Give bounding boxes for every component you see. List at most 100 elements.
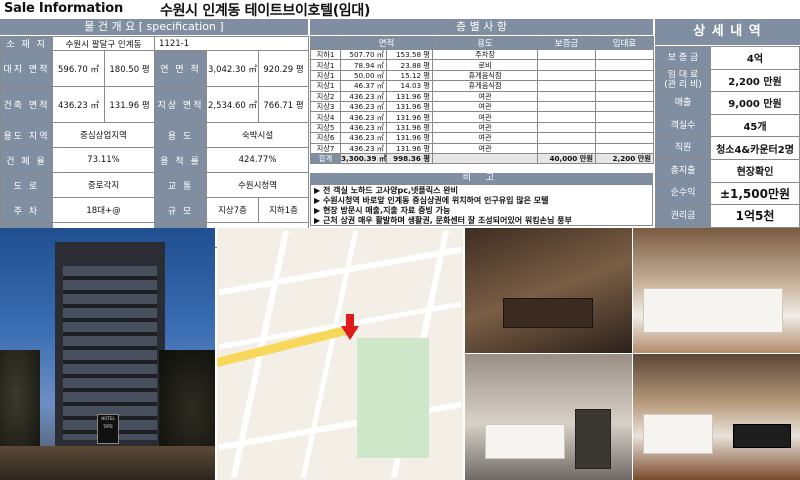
- floor-use: 여관: [432, 100, 539, 113]
- floor-name: 지상2: [310, 90, 341, 102]
- sale-info-label: Sale Information: [4, 1, 123, 16]
- detail-label: 임 대 료 (관 리 비): [655, 68, 711, 93]
- scale-below: 지하1층: [258, 197, 310, 223]
- detail-label: 권리금: [655, 204, 711, 228]
- floor-area-py: 23.88 평: [385, 59, 434, 71]
- detail-value: 1억5천: [710, 204, 800, 228]
- room-photo: [465, 228, 632, 353]
- land-area-py: 180.50 평: [103, 50, 156, 87]
- floor-row: 지상5 436.23 ㎡ 131.96 평 여관: [310, 121, 655, 134]
- location-map: [217, 228, 463, 480]
- deposit-col-header: 보증금: [537, 36, 597, 50]
- spec-section-title: 물 건 개 요 [ specification ]: [0, 19, 308, 35]
- floor-name: 지상4: [310, 111, 341, 123]
- floor-name: 지상1: [310, 69, 341, 82]
- notes-box: ▶ 전 객실 노하드 고사양pc,넷플릭스 완비 ▶ 수원시청역 바로앞 인계동…: [310, 184, 653, 226]
- floor-area-py: 131.96 평: [385, 90, 434, 102]
- notes-title: 비 고: [310, 173, 653, 184]
- floor-rent: [595, 132, 655, 144]
- scale-label: 규 모: [154, 197, 208, 223]
- floor-deposit: [537, 142, 597, 154]
- scale-above: 지상7층: [206, 197, 260, 223]
- detail-row: 보 증 금 4억: [655, 46, 800, 70]
- floor-area-m2: 50.00 ㎡: [340, 69, 387, 82]
- floor-deposit: [537, 100, 597, 113]
- floor-row: 지하1 507.70 ㎡ 153.58 평 주차장: [310, 48, 655, 61]
- floor-deposit: [537, 90, 597, 102]
- floor-use: 휴게음식점: [432, 69, 539, 82]
- parking-value: 18대+@: [51, 197, 156, 223]
- floor-area-m2: 78.94 ㎡: [340, 59, 387, 71]
- transport-label: 교 통: [154, 172, 208, 198]
- detail-value: 청소4&카운터2명: [710, 136, 800, 160]
- floor-area-label: 연 면 적: [154, 50, 208, 87]
- floor-area-m2: 436.23 ㎡: [340, 132, 387, 144]
- detail-row: 순수익 ±1,500만원: [655, 181, 800, 206]
- location-marker-icon: [341, 314, 359, 340]
- floor-deposit: [537, 59, 597, 71]
- floor-area-m2: 507.70 ㎡: [340, 48, 387, 61]
- total-deposit: 40,000 만원: [537, 152, 597, 165]
- floor-col-header: [310, 36, 341, 50]
- land-area-m2: 596.70 ㎡: [52, 50, 105, 87]
- parking-label: 주 차: [0, 197, 53, 223]
- use-col-header: 용도: [432, 36, 539, 50]
- transport-value: 수원시청역: [206, 172, 310, 198]
- floor-row: 지상1 78.94 ㎡ 23.88 평 로비: [310, 59, 655, 71]
- above-area-py: 766.71 평: [258, 86, 310, 123]
- detail-row: 객실수 45개: [655, 113, 800, 138]
- floor-deposit: [537, 48, 597, 61]
- room-photo: [465, 354, 632, 480]
- floor-area-m2: 436.23 ㎡: [340, 100, 387, 113]
- note-item: ▶ 수원시청역 바로앞 인계동 중심상권에 위치하여 인구유입 많은 모텔: [314, 196, 549, 205]
- detail-label: 매출: [655, 91, 711, 115]
- detail-value: 2,200 만원: [710, 68, 800, 93]
- building-area-m2: 436.23 ㎡: [52, 86, 105, 123]
- floor-rent: [595, 121, 655, 134]
- note-item: ▶ 근처 상권 매우 활발하며 생활권, 문화센터 잘 조성되어있어 워킹손님 …: [314, 216, 572, 225]
- floor-area-py: 131.96 평: [385, 142, 434, 154]
- floor-name: 지상1: [310, 80, 341, 92]
- total-m2: 3,300.39 ㎡: [340, 152, 387, 165]
- floor-area-py: 920.29 평: [258, 50, 310, 87]
- floor-area-py: 14.03 평: [385, 80, 434, 92]
- floor-use: 여관: [432, 132, 539, 144]
- above-area-label: 지상 면적: [154, 86, 208, 123]
- floor-area-m2: 436.23 ㎡: [340, 142, 387, 154]
- floor-deposit: [537, 132, 597, 144]
- floor-row: 지상6 436.23 ㎡ 131.96 평 여관: [310, 132, 655, 144]
- building-photo: HOTEL TATE: [0, 228, 215, 480]
- floor-deposit: [537, 121, 597, 134]
- note-item: ▶ 현장 방문시 매출,지출 자료 증빙 가능: [314, 206, 451, 215]
- floor-row: 지상1 46.37 ㎡ 14.03 평 휴게음식점: [310, 80, 655, 92]
- detail-label: 순수익: [655, 181, 711, 206]
- detail-row: 임 대 료 (관 리 비) 2,200 만원: [655, 68, 800, 93]
- floor-row: 지상1 50.00 ㎡ 15.12 평 휴게음식점: [310, 69, 655, 82]
- building-area-py: 131.96 평: [103, 86, 156, 123]
- floor-name: 지상1: [310, 59, 341, 71]
- bcr-value: 73.11%: [51, 147, 156, 173]
- floor-rent: [595, 111, 655, 123]
- floor-use: 여관: [432, 111, 539, 123]
- detail-label: 객실수: [655, 113, 711, 138]
- note-item: ▶ 전 객실 노하드 고사양pc,넷플릭스 완비: [314, 186, 458, 195]
- floor-area-py: 131.96 평: [385, 132, 434, 144]
- detail-row: 직원 청소4&카운터2명: [655, 136, 800, 160]
- floor-use: 로비: [432, 59, 539, 71]
- detail-row: 권리금 1억5천: [655, 204, 800, 228]
- floor-use: 주차장: [432, 48, 539, 61]
- floor-table: 면적 용도 보증금 임대료 지하1 507.70 ㎡ 153.58 평 주차장 지상1 7…: [310, 36, 655, 165]
- room-photo: [633, 354, 800, 480]
- spec-table: 소 재 지 수원시 팔달구 인계동 1121-1 대지 면적 596.70 ㎡ …: [0, 36, 310, 248]
- floor-area-m2: 436.23 ㎡: [340, 121, 387, 134]
- hotel-sign: HOTEL TATE: [97, 414, 119, 444]
- zone-label: 용도 지역: [0, 122, 53, 148]
- detail-value: 45개: [710, 113, 800, 138]
- road-value: 중로각지: [51, 172, 156, 198]
- detail-label: 총지출: [655, 158, 711, 183]
- floor-use: 여관: [432, 121, 539, 134]
- floor-name: 지상5: [310, 121, 341, 134]
- floor-row: 지상7 436.23 ㎡ 131.96 평 여관: [310, 142, 655, 154]
- land-area-label: 대지 면적: [0, 50, 53, 87]
- zone-value: 중심상업지역: [51, 122, 156, 148]
